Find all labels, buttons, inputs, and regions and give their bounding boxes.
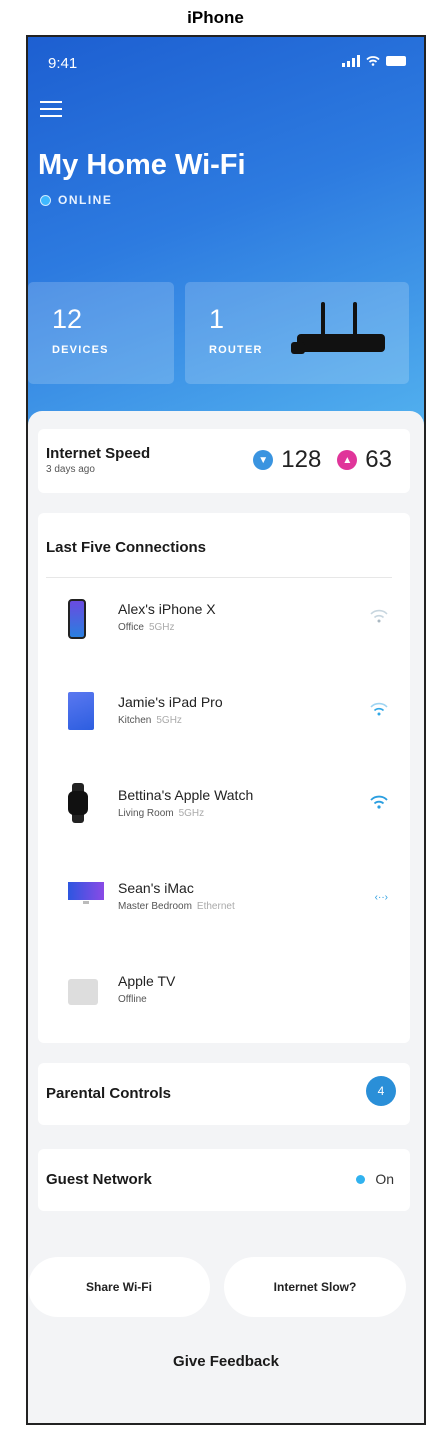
- download-speed: 128: [281, 446, 322, 473]
- guest-network-title: Guest Network: [46, 1171, 152, 1188]
- upload-arrow-icon: ▲: [337, 450, 358, 470]
- online-dot-icon: [40, 194, 51, 206]
- parental-controls-card[interactable]: Parental Controls 4: [38, 1063, 410, 1125]
- apple-tv-icon: [68, 979, 98, 1005]
- battery-icon: [386, 56, 406, 66]
- parental-controls-count: 4: [366, 1076, 396, 1106]
- upload-speed: 63: [365, 446, 392, 473]
- wifi-strong-icon: [370, 795, 388, 809]
- devices-card[interactable]: 12 DEVICES: [28, 282, 174, 384]
- online-status: ONLINE: [40, 193, 112, 207]
- guest-network-status: On: [356, 1171, 394, 1187]
- connections-title: Last Five Connections: [46, 539, 207, 556]
- router-label: ROUTER: [209, 344, 263, 356]
- connections-divider: [46, 577, 392, 578]
- share-wifi-button[interactable]: Share Wi-Fi: [28, 1257, 210, 1317]
- connection-row[interactable]: Sean's iMac Master Bedroom Ethernet ‹··›: [38, 864, 410, 936]
- devices-label: DEVICES: [52, 344, 109, 356]
- online-status-label: ONLINE: [58, 193, 113, 207]
- connection-name: Bettina's Apple Watch: [118, 787, 254, 803]
- hero-header: 9:41 My Home Wi-Fi ONLINE 12 DEVICES 1 R…: [28, 37, 424, 437]
- hamburger-menu-icon[interactable]: [40, 101, 62, 117]
- ethernet-icon: ‹··›: [374, 892, 388, 903]
- internet-slow-button[interactable]: Internet Slow?: [224, 1257, 406, 1317]
- network-title: My Home Wi-Fi: [38, 149, 246, 181]
- imac-icon: [68, 882, 104, 906]
- connection-meta: Offline: [118, 994, 147, 1005]
- status-bar: 9:41: [46, 55, 406, 75]
- router-count: 1: [209, 304, 225, 334]
- wifi-medium-icon: [370, 702, 388, 716]
- device-label: iPhone: [187, 8, 244, 27]
- connection-name: Alex's iPhone X: [118, 601, 216, 617]
- status-icons: [342, 55, 406, 67]
- download-arrow-icon: ▼: [253, 450, 274, 470]
- ipad-icon: [68, 692, 94, 730]
- connection-row[interactable]: Jamie's iPad Pro Kitchen 5GHz: [38, 678, 410, 750]
- connection-row[interactable]: Alex's iPhone X Office 5GHz: [38, 585, 410, 657]
- internet-speed-subtitle: 3 days ago: [46, 464, 95, 475]
- connection-row[interactable]: Bettina's Apple Watch Living Room 5GHz: [38, 771, 410, 843]
- iphone-icon: [68, 599, 86, 639]
- connection-name: Jamie's iPad Pro: [118, 694, 223, 710]
- connection-name: Sean's iMac: [118, 880, 194, 896]
- wifi-weak-icon: [370, 609, 388, 623]
- phone-frame: 9:41 My Home Wi-Fi ONLINE 12 DEVICES 1 R…: [26, 35, 426, 1425]
- status-dot-icon: [356, 1174, 366, 1184]
- wifi-status-icon: [366, 56, 380, 66]
- devices-count: 12: [52, 304, 83, 334]
- speed-values: ▼ 128 ▲ 63: [253, 446, 392, 474]
- apple-watch-icon: [68, 783, 88, 823]
- router-image: [291, 302, 385, 354]
- connection-meta: Master Bedroom Ethernet: [118, 901, 235, 912]
- internet-speed-title: Internet Speed: [46, 445, 151, 462]
- internet-speed-card[interactable]: Internet Speed 3 days ago ▼ 128 ▲ 63: [38, 429, 410, 493]
- connection-meta: Office 5GHz: [118, 622, 175, 633]
- parental-controls-title: Parental Controls: [46, 1085, 172, 1102]
- guest-network-card[interactable]: Guest Network On: [38, 1149, 410, 1211]
- status-time: 9:41: [48, 55, 78, 72]
- router-card[interactable]: 1 ROUTER: [185, 282, 409, 384]
- cellular-signal-icon: [342, 55, 360, 67]
- guest-network-state: On: [375, 1171, 394, 1187]
- give-feedback-link[interactable]: Give Feedback: [28, 1353, 424, 1370]
- connection-meta: Kitchen 5GHz: [118, 715, 182, 726]
- connection-name: Apple TV: [118, 973, 176, 989]
- connection-row[interactable]: Apple TV Offline: [38, 957, 410, 1029]
- connections-card: Last Five Connections Alex's iPhone X Of…: [38, 513, 410, 1043]
- connection-meta: Living Room 5GHz: [118, 808, 205, 819]
